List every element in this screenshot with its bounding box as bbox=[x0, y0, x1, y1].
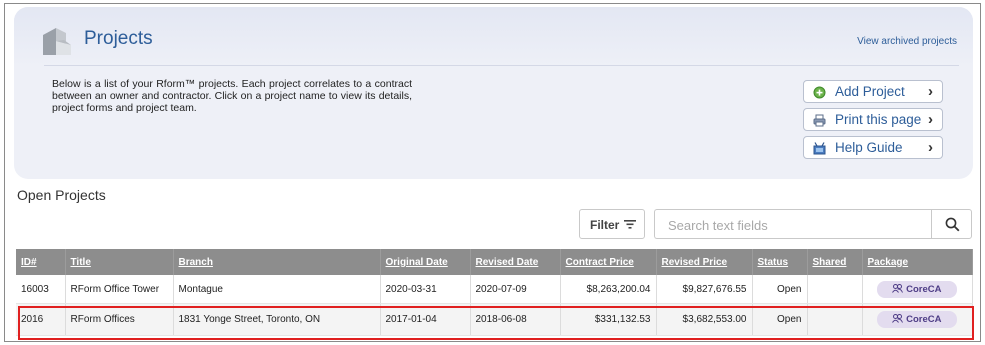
cell-revised-price: $9,827,676.55 bbox=[656, 275, 753, 304]
users-icon bbox=[892, 314, 904, 323]
package-badge[interactable]: CoreCA bbox=[877, 280, 957, 298]
column-header-package[interactable]: Package bbox=[862, 249, 973, 275]
cell-package: CoreCA bbox=[862, 275, 973, 304]
table-header-row: ID# Title Branch Original Date Revised D… bbox=[16, 249, 973, 275]
cell-revised-date: 2020-07-09 bbox=[470, 275, 561, 304]
print-page-label: Print this page bbox=[835, 112, 922, 127]
column-header-id[interactable]: ID# bbox=[16, 249, 66, 275]
page-frame: Projects View archived projects Below is… bbox=[4, 3, 981, 342]
filter-label: Filter bbox=[590, 218, 620, 232]
header-divider bbox=[44, 65, 959, 66]
open-projects-heading: Open Projects bbox=[17, 187, 106, 203]
panel-header: Projects View archived projects bbox=[14, 7, 973, 67]
cell-revised-date: 2018-06-08 bbox=[470, 303, 561, 336]
table-row[interactable]: 2016 RForm Offices 1831 Yonge Street, To… bbox=[16, 303, 973, 336]
page-title: Projects bbox=[84, 28, 153, 49]
cell-shared bbox=[807, 303, 863, 336]
column-header-shared[interactable]: Shared bbox=[807, 249, 863, 275]
cell-original-date: 2017-01-04 bbox=[380, 303, 471, 336]
cell-title[interactable]: RForm Office Tower bbox=[65, 275, 174, 304]
add-icon bbox=[813, 86, 826, 99]
chevron-right-icon: › bbox=[928, 83, 933, 100]
add-project-button[interactable]: Add Project › bbox=[803, 80, 943, 103]
search-field bbox=[654, 209, 933, 239]
help-guide-button[interactable]: Help Guide › bbox=[803, 136, 943, 159]
print-page-button[interactable]: Print this page › bbox=[803, 108, 943, 131]
add-project-label: Add Project bbox=[835, 84, 905, 99]
column-header-revised-price[interactable]: Revised Price bbox=[656, 249, 753, 275]
column-header-revised-date[interactable]: Revised Date bbox=[470, 249, 561, 275]
cell-contract-price: $331,132.53 bbox=[560, 303, 657, 336]
cell-branch: Montague bbox=[173, 275, 381, 304]
filter-button[interactable]: Filter bbox=[579, 209, 645, 239]
intro-text: Below is a list of your Rform™ projects.… bbox=[52, 78, 412, 114]
cell-id: 2016 bbox=[16, 303, 66, 336]
filter-icon bbox=[624, 220, 636, 229]
search-icon bbox=[945, 217, 960, 232]
cell-title[interactable]: RForm Offices bbox=[65, 303, 174, 336]
column-header-original-date[interactable]: Original Date bbox=[380, 249, 471, 275]
users-icon bbox=[892, 283, 904, 293]
table-row[interactable]: 16003 RForm Office Tower Montague 2020-0… bbox=[16, 275, 973, 304]
view-archived-projects-link[interactable]: View archived projects bbox=[857, 36, 957, 47]
package-label: CoreCA bbox=[906, 283, 942, 295]
printer-icon bbox=[813, 114, 826, 127]
search-button[interactable] bbox=[931, 209, 972, 239]
cell-status: Open bbox=[752, 303, 808, 336]
column-header-status[interactable]: Status bbox=[752, 249, 808, 275]
cell-contract-price: $8,263,200.04 bbox=[560, 275, 657, 304]
column-header-branch[interactable]: Branch bbox=[173, 249, 381, 275]
cell-branch: 1831 Yonge Street, Toronto, ON bbox=[173, 303, 381, 336]
cell-shared bbox=[807, 275, 863, 304]
chevron-right-icon: › bbox=[928, 111, 933, 128]
package-label: CoreCA bbox=[906, 314, 942, 325]
package-badge[interactable]: CoreCA bbox=[877, 311, 957, 328]
cell-revised-price: $3,682,553.00 bbox=[656, 303, 753, 336]
building-icon bbox=[43, 28, 71, 55]
cell-original-date: 2020-03-31 bbox=[380, 275, 471, 304]
help-guide-icon bbox=[813, 142, 826, 155]
projects-panel: Projects View archived projects Below is… bbox=[14, 7, 973, 179]
column-header-contract-price[interactable]: Contract Price bbox=[560, 249, 657, 275]
cell-status: Open bbox=[752, 275, 808, 304]
column-header-title[interactable]: Title bbox=[65, 249, 174, 275]
chevron-right-icon: › bbox=[928, 139, 933, 156]
cell-id: 16003 bbox=[16, 275, 66, 304]
search-input[interactable] bbox=[666, 216, 925, 234]
cell-package: CoreCA bbox=[862, 303, 973, 336]
projects-table: ID# Title Branch Original Date Revised D… bbox=[16, 249, 973, 336]
help-guide-label: Help Guide bbox=[835, 140, 903, 155]
